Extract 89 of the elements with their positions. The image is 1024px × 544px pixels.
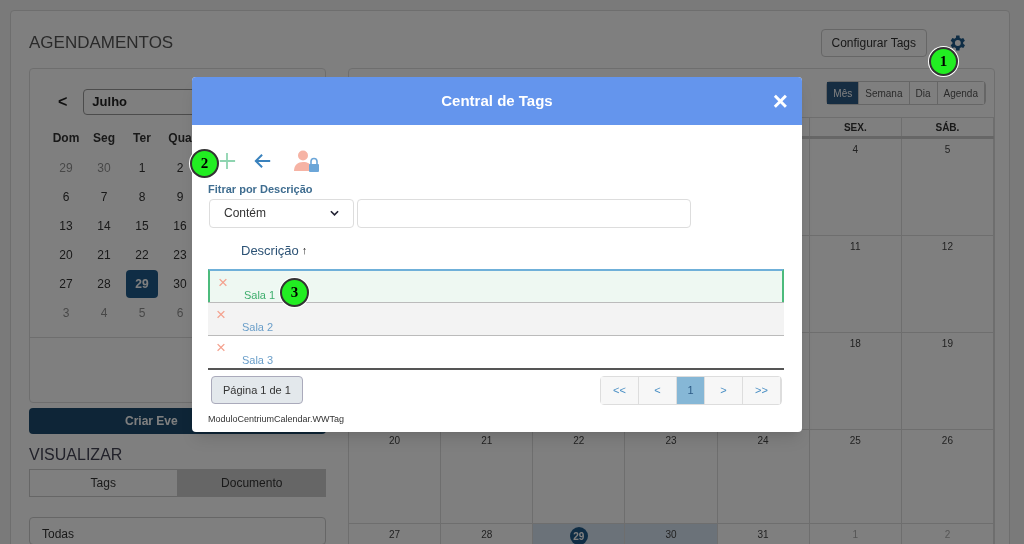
day-cell[interactable]: 16 [173,216,187,235]
view-button[interactable]: Mês [827,82,860,104]
weekday-label: Dom [51,130,81,147]
day-number: 23 [665,433,677,447]
day-cell[interactable]: 14 [97,216,111,235]
day-cell[interactable]: 13 [59,216,73,235]
weekday-header: SÁB. [935,120,960,135]
day-cell[interactable]: 25 [809,430,902,523]
day-cell[interactable]: 5 [901,139,994,235]
day-cell[interactable]: 26 [901,430,994,523]
tag-row[interactable]: × Sala 2 [208,301,784,335]
operator-select[interactable]: Contém [209,198,354,228]
section-title: VISUALIZAR [29,445,124,465]
pagination-button[interactable]: >> [743,376,781,404]
day-number: 22 [573,433,585,447]
day-number: 20 [389,433,401,447]
day-number: 31 [757,527,769,541]
day-number: 29 [569,527,588,544]
pagination-button[interactable]: << [601,376,639,404]
close-button[interactable]: × [772,88,788,114]
tag-name: Sala 1 [243,287,276,303]
dialog-title: Central de Tags [441,90,553,111]
weekday-label: Ter [132,130,152,147]
day-cell[interactable]: 23 [173,245,187,264]
pagination-button[interactable]: > [705,376,743,404]
day-cell[interactable]: 9 [176,187,184,206]
chevron-down-icon [330,210,339,216]
previous-month-button[interactable]: < [58,90,68,114]
page-title: AGENDAMENTOS [29,32,174,55]
day-cell[interactable]: 27 [59,274,73,293]
day-cell[interactable]: 4 [100,303,108,322]
day-cell[interactable]: 31 [717,524,810,544]
tag-name: Sala 2 [241,319,274,335]
view-tab[interactable]: Tags [29,469,178,497]
delete-button[interactable]: × [216,338,226,356]
add-icon[interactable] [218,152,236,170]
day-number: 27 [389,527,401,541]
day-cell[interactable]: 21 [97,245,111,264]
day-number: 26 [941,433,953,447]
day-cell[interactable]: 30 [625,524,718,544]
day-cell[interactable]: 29 [533,524,626,544]
pagination-button[interactable]: 1 [677,376,705,404]
day-cell[interactable]: 19 [901,333,994,429]
day-cell[interactable]: 20 [59,245,73,264]
sort-indicator[interactable]: ↑ [301,242,308,259]
day-number: 30 [665,527,677,541]
page-info-button[interactable]: Página 1 de 1 [211,376,303,404]
day-cell[interactable]: 28 [97,274,111,293]
day-number: 19 [941,336,953,350]
column-header[interactable]: Descrição [241,240,299,261]
day-cell[interactable]: 30 [97,158,111,177]
tag-name: Sala 3 [241,352,274,368]
day-cell[interactable]: 27 [349,524,442,544]
day-number: 18 [849,336,861,350]
day-number: 12 [941,239,953,253]
day-cell[interactable]: 30 [173,274,187,293]
day-cell[interactable]: 18 [809,333,902,429]
day-cell[interactable]: 5 [138,303,146,322]
tag-select[interactable]: Todas [29,517,326,544]
day-number: 11 [850,239,861,253]
day-cell[interactable]: 3 [62,303,70,322]
day-cell[interactable]: 2 [176,158,184,177]
configure-tags-button[interactable]: Configurar Tags [820,29,927,57]
day-number: 4 [852,142,859,156]
day-cell[interactable]: 8 [138,187,146,206]
day-cell[interactable]: 29 [126,269,158,298]
day-cell[interactable]: 1 [138,158,146,177]
day-number: 28 [481,527,493,541]
pagination-button[interactable]: < [639,376,677,404]
day-number: 24 [757,433,769,447]
back-arrow-icon[interactable] [254,152,272,170]
day-cell[interactable]: 22 [135,245,149,264]
day-cell[interactable]: 4 [809,139,902,235]
weekday-header: SEX. [843,120,867,135]
day-number: 5 [944,142,951,156]
user-lock-icon[interactable] [294,150,320,172]
day-number: 21 [481,433,493,447]
view-tab[interactable]: Documento [177,469,326,497]
filter-label: Fitrar por Descrição [208,182,314,197]
weekday-label: Seg [92,130,116,147]
day-cell[interactable]: 15 [135,216,149,235]
filter-input[interactable] [357,198,691,228]
day-cell[interactable]: 12 [901,236,994,332]
day-cell[interactable]: 6 [62,187,70,206]
day-cell[interactable]: 11 [809,236,902,332]
day-cell[interactable]: 7 [100,187,108,206]
day-number: 25 [849,433,861,447]
day-cell[interactable]: 29 [59,158,73,177]
weekday-label: Qua [167,130,193,147]
